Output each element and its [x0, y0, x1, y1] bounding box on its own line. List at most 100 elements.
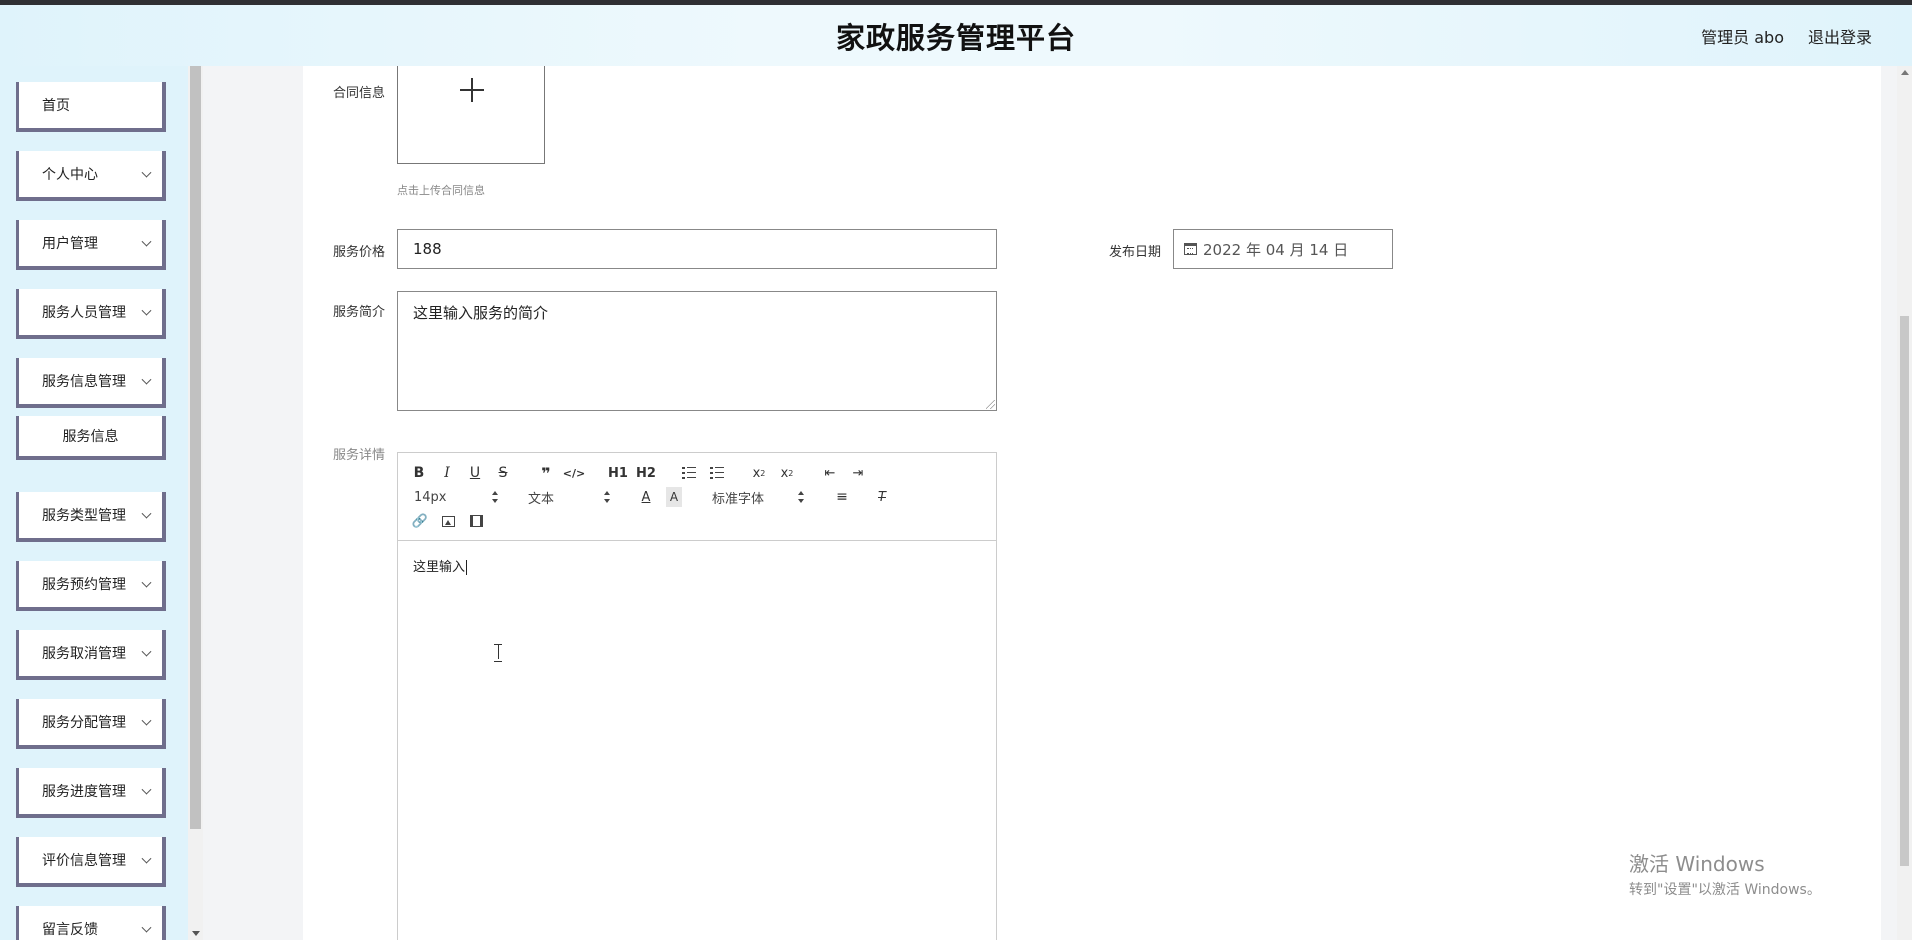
font-size-select-arrows-icon[interactable] [492, 491, 498, 503]
price-input[interactable]: 188 [397, 229, 997, 269]
chevron-down-icon [141, 167, 152, 178]
superscript-icon[interactable]: x2 [778, 463, 796, 483]
admin-name: 管理员 abo [1701, 27, 1784, 47]
sidebar-item-review-management[interactable]: 评价信息管理 [16, 837, 166, 887]
align-left-icon[interactable]: ≡ [834, 487, 850, 507]
sidebar-item-service-info-management[interactable]: 服务信息管理 [16, 358, 166, 408]
plus-icon-vertical [471, 78, 473, 102]
rich-text-editor: B I U S ❞ </> H1 H2 x2 x2 ⇤ ⇥ 14px 文本 A … [397, 452, 997, 940]
ibeam-cursor-icon [494, 644, 502, 662]
sidebar-item-label: 服务预约管理 [42, 577, 126, 593]
ordered-list-icon[interactable] [682, 467, 696, 479]
editor-toolbar: B I U S ❞ </> H1 H2 x2 x2 ⇤ ⇥ 14px 文本 A … [398, 453, 996, 541]
sidebar-item-label: 首页 [42, 98, 70, 114]
scroll-down-arrow-icon[interactable] [192, 931, 200, 936]
contract-label: 合同信息 [332, 86, 385, 101]
sidebar-item-label: 服务分配管理 [42, 715, 126, 731]
page-scrollbar[interactable] [1897, 66, 1912, 940]
publish-date-label: 发布日期 [1108, 245, 1161, 260]
chevron-down-icon [141, 784, 152, 795]
sidebar-item-personal-center[interactable]: 个人中心 [16, 151, 166, 201]
text-caret [466, 560, 468, 575]
chevron-down-icon [141, 374, 152, 385]
resize-grip-icon[interactable] [986, 400, 995, 409]
link-icon[interactable]: 🔗 [412, 511, 428, 531]
video-icon[interactable] [468, 511, 484, 531]
watermark-subtitle: 转到"设置"以激活 Windows。 [1629, 882, 1821, 898]
sidebar-item-label: 服务信息管理 [42, 374, 126, 390]
sidebar-item-label: 用户管理 [42, 236, 98, 252]
publish-date-input[interactable]: 2022 年 04 月 14 日 [1173, 229, 1393, 269]
sidebar-scrollbar[interactable] [188, 66, 203, 940]
contract-upload-box[interactable] [397, 66, 545, 164]
clear-format-icon[interactable]: T [874, 487, 890, 507]
sidebar-item-booking-management[interactable]: 服务预约管理 [16, 561, 166, 611]
sidebar-item-staff-management[interactable]: 服务人员管理 [16, 289, 166, 339]
sidebar-scrollbar-thumb[interactable] [190, 66, 201, 829]
font-family-select[interactable]: 标准字体 [712, 487, 764, 507]
intro-label: 服务简介 [332, 305, 385, 320]
strikethrough-button[interactable]: S [496, 463, 510, 483]
chevron-down-icon [141, 236, 152, 247]
blockquote-icon[interactable]: ❞ [538, 463, 554, 483]
indent-icon[interactable]: ⇥ [850, 463, 866, 483]
watermark-title: 激活 Windows [1629, 852, 1765, 876]
scroll-up-arrow-icon[interactable] [1901, 70, 1909, 75]
bullet-list-icon[interactable] [710, 467, 724, 479]
sidebar-item-home[interactable]: 首页 [16, 82, 166, 132]
intro-textarea[interactable]: 这里输入服务的简介 [397, 291, 997, 411]
underline-button[interactable]: U [468, 463, 482, 483]
editor-content[interactable]: 这里输入 [398, 542, 996, 589]
header-user-area: 管理员 abo 退出登录 [1701, 5, 1872, 66]
chevron-down-icon [141, 508, 152, 519]
code-block-icon[interactable]: </> [563, 463, 585, 483]
top-header: 家政服务管理平台 管理员 abo 退出登录 [0, 5, 1912, 66]
sidebar-item-label: 服务类型管理 [42, 508, 126, 524]
sidebar-item-assignment-management[interactable]: 服务分配管理 [16, 699, 166, 749]
chevron-down-icon [141, 715, 152, 726]
page-scrollbar-thumb[interactable] [1900, 316, 1909, 866]
chevron-down-icon [141, 577, 152, 588]
contract-upload-hint: 点击上传合同信息 [397, 184, 485, 197]
sidebar-item-progress-management[interactable]: 服务进度管理 [16, 768, 166, 818]
font-color-icon[interactable]: A [638, 487, 654, 507]
outdent-icon[interactable]: ⇤ [822, 463, 838, 483]
text-type-select[interactable]: 文本 [528, 487, 554, 507]
sidebar-subitem-service-info[interactable]: 服务信息 [16, 416, 166, 460]
heading1-button[interactable]: H1 [608, 463, 628, 483]
sidebar-item-label: 服务取消管理 [42, 646, 126, 662]
heading2-button[interactable]: H2 [636, 463, 656, 483]
text-type-select-arrows-icon[interactable] [604, 491, 610, 503]
chevron-down-icon [141, 853, 152, 864]
windows-activation-watermark: 激活 Windows 转到"设置"以激活 Windows。 [1629, 848, 1821, 899]
sidebar-item-label: 留言反馈 [42, 922, 98, 938]
sidebar-item-label: 服务人员管理 [42, 305, 126, 321]
sidebar-item-user-management[interactable]: 用户管理 [16, 220, 166, 270]
chevron-down-icon [141, 305, 152, 316]
publish-date-value: 2022 年 04 月 14 日 [1203, 240, 1349, 259]
sidebar-item-label: 个人中心 [42, 167, 98, 183]
detail-label: 服务详情 [332, 448, 385, 463]
intro-text: 这里输入服务的简介 [413, 304, 549, 322]
sidebar-item-label: 服务进度管理 [42, 784, 126, 800]
subscript-icon[interactable]: x2 [750, 463, 768, 483]
sidebar-item-label: 评价信息管理 [42, 853, 126, 869]
background-color-icon[interactable]: A [666, 487, 682, 507]
price-label: 服务价格 [332, 245, 385, 260]
sidebar-item-service-type-management[interactable]: 服务类型管理 [16, 492, 166, 542]
image-icon[interactable] [440, 511, 456, 531]
sidebar: 首页 个人中心 用户管理 服务人员管理 服务信息管理 服务信息 服务类型管理 服… [0, 66, 188, 940]
logout-link[interactable]: 退出登录 [1808, 24, 1872, 48]
chevron-down-icon [141, 922, 152, 933]
bold-button[interactable]: B [412, 463, 426, 483]
font-family-select-arrows-icon[interactable] [798, 491, 804, 503]
sidebar-item-cancel-management[interactable]: 服务取消管理 [16, 630, 166, 680]
editor-text: 这里输入 [413, 560, 466, 575]
sidebar-item-feedback[interactable]: 留言反馈 [16, 906, 166, 940]
chevron-down-icon [141, 646, 152, 657]
font-size-select[interactable]: 14px [414, 487, 447, 507]
calendar-icon [1184, 243, 1197, 255]
sidebar-item-label: 服务信息 [62, 429, 119, 445]
page-title: 家政服务管理平台 [835, 20, 1076, 55]
italic-button[interactable]: I [440, 463, 454, 483]
